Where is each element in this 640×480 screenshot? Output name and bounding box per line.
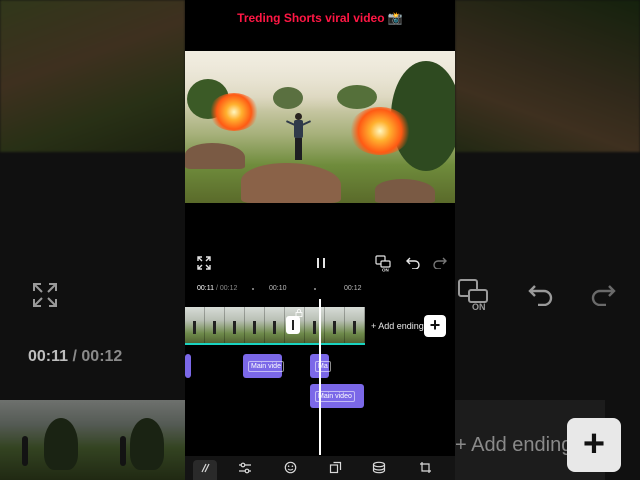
undo-icon[interactable] <box>406 256 420 271</box>
explosion <box>349 107 411 155</box>
editor-screen: 00:11 / 00:12 ON + Add ending + Treding … <box>0 0 640 480</box>
background-add-ending-label: + Add ending <box>455 434 573 456</box>
background-scene <box>455 0 640 152</box>
rock <box>185 143 245 169</box>
person-figure <box>285 113 312 163</box>
bottom-toolbar <box>185 456 455 480</box>
overlay-icon[interactable] <box>323 460 347 480</box>
overlay-clip[interactable] <box>185 354 191 378</box>
track-frame <box>265 307 285 343</box>
timecode: 00:11 / 00:12 <box>197 285 238 292</box>
track-frame <box>185 307 205 343</box>
tree <box>337 85 377 109</box>
lock-icon <box>295 309 303 317</box>
ruler-tick <box>314 288 316 290</box>
main-video-track[interactable] <box>185 307 365 345</box>
clip-label: Main vide <box>248 361 284 372</box>
rock <box>241 163 341 203</box>
background-track-thumb <box>0 400 185 480</box>
add-clip-button[interactable]: + <box>424 315 446 337</box>
video-title: Treding Shorts viral video 📸 <box>237 11 403 25</box>
background-timecode: 00:11 / 00:12 <box>28 348 123 365</box>
background-add-button: + <box>567 418 621 472</box>
svg-text:ON: ON <box>382 268 389 273</box>
background-blur-left: 00:11 / 00:12 <box>0 0 185 480</box>
sticker-icon[interactable] <box>278 460 302 480</box>
background-undo-icon <box>527 282 555 311</box>
svg-text:ON: ON <box>472 302 486 312</box>
fullscreen-icon[interactable] <box>197 256 211 272</box>
ruler-label: 00:10 <box>269 285 287 292</box>
background-redo-icon <box>589 282 617 311</box>
track-frame <box>305 307 325 343</box>
clip-label: Ma <box>315 361 331 372</box>
track-frame <box>245 307 265 343</box>
track-frame <box>345 307 365 343</box>
collapse-icon[interactable] <box>193 460 217 480</box>
keyframe-on-icon[interactable]: ON <box>375 255 393 274</box>
rock <box>375 179 435 203</box>
background-figure <box>120 436 126 466</box>
track-frame <box>325 307 345 343</box>
ruler-label: 00:12 <box>344 285 362 292</box>
split-handle[interactable] <box>286 316 300 334</box>
crop-icon[interactable] <box>413 460 437 480</box>
add-ending-label[interactable]: + Add ending <box>371 321 424 331</box>
explosion <box>209 93 259 131</box>
redo-icon[interactable] <box>433 256 447 271</box>
overlay-clip[interactable]: Main vide <box>243 354 284 378</box>
phone-screen: Treding Shorts viral video 📸 ON 00:11 / … <box>185 0 455 480</box>
playhead[interactable] <box>319 299 321 455</box>
adjust-icon[interactable] <box>233 460 257 480</box>
background-scene <box>0 0 185 152</box>
background-tree <box>130 418 164 470</box>
video-preview[interactable] <box>185 51 455 203</box>
background-keyframe-icon: ON <box>457 278 493 317</box>
effects-icon[interactable] <box>367 460 391 480</box>
background-tree <box>44 418 78 470</box>
pause-icon[interactable] <box>315 256 327 272</box>
track-frame <box>225 307 245 343</box>
track-frame <box>205 307 225 343</box>
ruler-tick <box>252 288 254 290</box>
tree <box>273 87 303 109</box>
background-fullscreen-icon <box>32 282 58 313</box>
background-figure <box>22 436 28 466</box>
